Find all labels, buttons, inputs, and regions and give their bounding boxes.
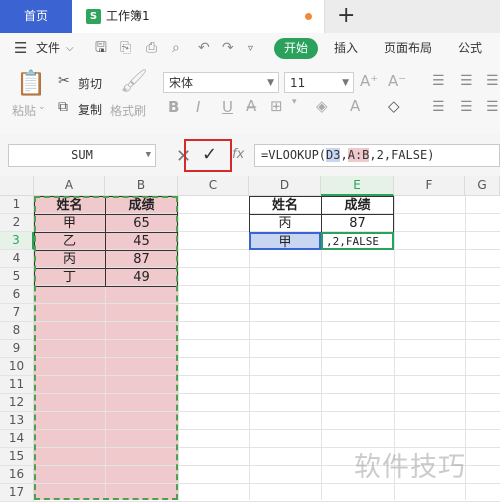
row-header[interactable]: 2 — [0, 214, 34, 232]
tab-start[interactable]: 开始 — [274, 38, 318, 59]
column-header-c[interactable]: C — [178, 176, 249, 196]
name-box[interactable]: SUM ▼ — [8, 144, 156, 167]
italic-button[interactable]: I — [196, 98, 200, 116]
referenced-range-marquee — [34, 196, 178, 500]
column-header-g[interactable]: G — [465, 176, 500, 196]
chevron-down-icon: ▼ — [145, 150, 151, 160]
underline-button[interactable]: U — [222, 98, 233, 116]
decrease-font-icon[interactable]: A⁻ — [388, 72, 406, 90]
font-size-select[interactable]: 11 ▼ — [284, 72, 354, 93]
row-header[interactable]: 4 — [0, 250, 34, 268]
border-icon[interactable]: ⊞ — [270, 97, 283, 115]
copy-icon[interactable]: ⧉ — [58, 92, 68, 123]
format-painter-label[interactable]: 格式刷 — [110, 102, 146, 119]
tab-home[interactable]: 首页 — [0, 0, 72, 33]
cell-e1[interactable]: 成绩 — [321, 197, 394, 215]
clear-format-icon[interactable]: ◇ — [388, 97, 400, 115]
formula-text-end: ,2,FALSE) — [369, 148, 435, 162]
font-name-select[interactable]: 宋体 ▼ — [163, 72, 279, 93]
tab-page-layout[interactable]: 页面布局 — [384, 33, 432, 64]
unsaved-indicator-icon — [305, 13, 312, 20]
menu-toolbar: ☰ 文件 ⌵ 🖫 ⎘ ⎙ ⌕ ↶ ↷ ▿ 开始 插入 页面布局 公式 — [0, 33, 500, 64]
increase-font-icon[interactable]: A⁺ — [360, 72, 378, 90]
cell-d1[interactable]: 姓名 — [249, 197, 321, 215]
border-dropdown-icon[interactable]: ▾ — [292, 97, 297, 107]
formula-ref-d3: D3 — [326, 148, 341, 162]
font-name-value: 宋体 — [169, 76, 194, 90]
grid-line — [178, 196, 179, 500]
tab-workbook-title: 工作簿1 — [106, 9, 150, 23]
formula-text-start: =VLOOKUP( — [261, 148, 327, 162]
bold-button[interactable]: B — [168, 98, 179, 116]
font-size-value: 11 — [290, 76, 306, 90]
format-painter-icon[interactable]: 🖌 — [120, 66, 148, 97]
paste-dropdown-icon[interactable]: ⌄ — [38, 102, 46, 112]
file-menu[interactable]: 文件 — [36, 33, 60, 64]
cell-d2[interactable]: 丙 — [249, 215, 321, 233]
print-icon[interactable]: ⎙ — [146, 33, 157, 64]
row-header[interactable]: 15 — [0, 448, 34, 466]
quick-access-dropdown-icon[interactable]: ▿ — [248, 33, 253, 64]
cut-label[interactable]: 剪切 — [78, 75, 102, 92]
row-header[interactable]: 12 — [0, 394, 34, 412]
row-header[interactable]: 11 — [0, 376, 34, 394]
row-header[interactable]: 10 — [0, 358, 34, 376]
row-header[interactable]: 5 — [0, 268, 34, 286]
print-preview-icon[interactable]: ⌕ — [172, 33, 180, 64]
ribbon: 📋 粘贴 ⌄ ✂ 剪切 ⧉ 复制 🖌 格式刷 宋体 ▼ 11 ▼ A⁺ A⁻ B… — [0, 64, 500, 135]
chevron-down-icon: ▼ — [342, 78, 349, 88]
formula-ref-ab: A:B — [347, 148, 370, 162]
save-icon[interactable]: 🖫 — [95, 33, 107, 64]
spreadsheet-icon: S — [86, 9, 101, 24]
watermark: 软件技巧 — [354, 452, 466, 483]
select-all-corner[interactable] — [0, 176, 34, 196]
row-header[interactable]: 9 — [0, 340, 34, 358]
cell-d3[interactable]: 甲 — [249, 232, 321, 250]
redo-icon[interactable]: ↷ — [222, 33, 234, 64]
row-header[interactable]: 1 — [0, 196, 34, 214]
name-box-value: SUM — [71, 148, 93, 162]
insert-function-icon[interactable]: fx — [232, 147, 244, 162]
row-header[interactable]: 8 — [0, 322, 34, 340]
font-color-icon[interactable]: A — [350, 97, 360, 115]
export-icon[interactable]: ⎘ — [120, 33, 131, 64]
paste-label[interactable]: 粘贴 — [12, 102, 36, 119]
row-header[interactable]: 7 — [0, 304, 34, 322]
row-header[interactable]: 13 — [0, 412, 34, 430]
undo-icon[interactable]: ↶ — [198, 33, 210, 64]
strikethrough-icon[interactable]: A̶ — [246, 97, 256, 115]
formula-separator: , — [340, 148, 348, 162]
paste-icon[interactable]: 📋 — [16, 68, 46, 99]
column-header-a[interactable]: A — [34, 176, 105, 196]
align-center-icon[interactable]: ☰ — [460, 92, 473, 123]
column-header-d[interactable]: D — [249, 176, 321, 196]
row-header[interactable]: 3 — [0, 232, 34, 250]
new-tab-plus-icon[interactable]: + — [337, 2, 355, 30]
column-header-b[interactable]: B — [105, 176, 178, 196]
row-header[interactable]: 14 — [0, 430, 34, 448]
align-right-icon[interactable]: ☰ — [486, 92, 499, 123]
chevron-down-icon: ▼ — [267, 78, 274, 88]
align-left-icon[interactable]: ☰ — [432, 92, 445, 123]
tab-workbook[interactable]: S 工作簿1 — [72, 0, 325, 33]
row-header[interactable]: 17 — [0, 484, 34, 502]
chevron-down-icon[interactable]: ⌵ — [66, 33, 74, 64]
hamburger-icon[interactable]: ☰ — [14, 33, 27, 64]
column-header-e[interactable]: E — [321, 176, 394, 196]
tab-insert[interactable]: 插入 — [334, 33, 358, 64]
cell-e3-editing[interactable]: ,2,FALSE — [321, 232, 394, 250]
fill-color-icon[interactable]: ◈ — [316, 97, 328, 115]
copy-label[interactable]: 复制 — [78, 101, 102, 118]
column-header-f[interactable]: F — [394, 176, 465, 196]
confirm-check-icon[interactable]: ✓ — [202, 144, 217, 165]
formula-input[interactable]: =VLOOKUP(D3,A:B,2,FALSE) — [254, 144, 500, 167]
row-header[interactable]: 6 — [0, 286, 34, 304]
tab-formulas[interactable]: 公式 — [458, 33, 482, 64]
row-header[interactable]: 16 — [0, 466, 34, 484]
cell-e2[interactable]: 87 — [321, 215, 394, 233]
